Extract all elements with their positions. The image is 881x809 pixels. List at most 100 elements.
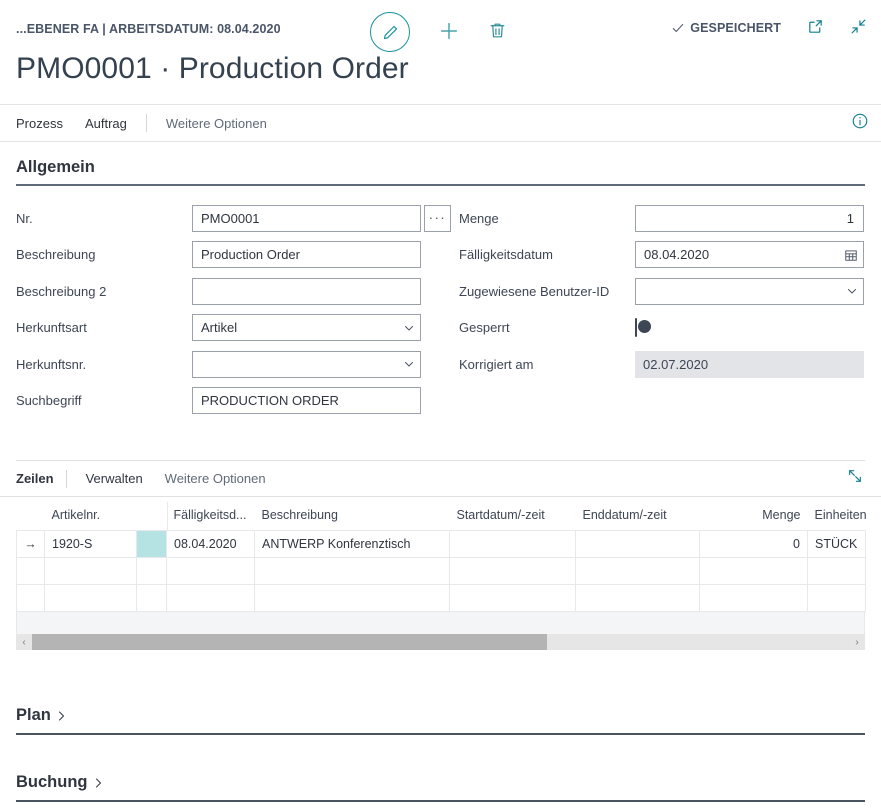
cell-startdatum[interactable] xyxy=(449,530,576,558)
column-header-menge[interactable]: Menge xyxy=(700,502,808,531)
cell-marker[interactable] xyxy=(136,584,167,612)
beschreibung-2-input[interactable] xyxy=(192,277,421,305)
field-korrigiert-am-label: Korrigiert am xyxy=(459,356,534,372)
section-plan[interactable]: Plan xyxy=(16,706,865,735)
section-plan-rule xyxy=(16,733,865,735)
column-header-faelligkeitsdatum[interactable]: Fälligkeitsd... xyxy=(167,502,255,531)
column-header-enddatum[interactable]: Enddatum/-zeit xyxy=(576,502,700,531)
open-in-new-window-button[interactable] xyxy=(807,18,824,38)
cell-beschreibung[interactable] xyxy=(254,584,450,612)
cell-artikelnr[interactable] xyxy=(44,557,137,585)
row-selector[interactable] xyxy=(16,584,45,612)
korrigiert-am-value xyxy=(635,350,864,378)
lines-ribbon-item-zeilen[interactable]: Zeilen xyxy=(16,471,54,486)
scroll-left-arrow[interactable]: ‹ xyxy=(16,637,32,648)
faelligkeitsdatum-input[interactable] xyxy=(635,241,864,269)
lines-ribbon-item-weitere-optionen[interactable]: Weitere Optionen xyxy=(154,471,277,486)
cell-einheitencode[interactable]: STÜCK xyxy=(807,530,866,558)
suchbegriff-input[interactable] xyxy=(192,387,421,415)
menge-input[interactable] xyxy=(635,204,864,232)
ribbon-item-prozess[interactable]: Prozess xyxy=(5,116,74,131)
cell-beschreibung[interactable]: ANTWERP Konferenztisch xyxy=(254,530,450,558)
field-nr: Nr. ··· xyxy=(16,200,451,237)
grid-horizontal-scrollbar[interactable]: ‹ › xyxy=(16,634,865,650)
field-beschreibung-2-control xyxy=(192,277,421,305)
expand-grid-button[interactable] xyxy=(847,468,863,489)
herkunftsnr-select[interactable] xyxy=(192,350,421,378)
cell-einheitencode[interactable] xyxy=(807,584,866,612)
edit-button[interactable] xyxy=(370,12,410,52)
cell-beschreibung[interactable] xyxy=(254,557,450,585)
cell-faelligkeitsdatum[interactable] xyxy=(166,557,255,585)
table-row[interactable]: → 1920-S 08.04.2020 ANTWERP Konferenztis… xyxy=(16,530,866,558)
lines-grid: Artikelnr. Fälligkeitsd... Beschreibung … xyxy=(16,502,866,650)
field-zugewiesene-benutzer-id-label: Zugewiesene Benutzer-ID xyxy=(459,283,610,299)
lines-ribbon-item-verwalten[interactable]: Verwalten xyxy=(75,471,154,486)
row-selector[interactable] xyxy=(16,557,45,585)
field-herkunftsart-control xyxy=(192,314,421,342)
table-row[interactable] xyxy=(16,557,866,585)
new-button[interactable] xyxy=(438,20,460,45)
top-action-group xyxy=(370,12,507,52)
scroll-right-arrow[interactable]: › xyxy=(849,637,865,648)
top-right-group: GESPEICHERT xyxy=(671,18,867,38)
open-in-new-window-icon xyxy=(807,18,824,38)
field-nr-control: ··· xyxy=(192,204,451,232)
check-icon xyxy=(673,23,684,33)
field-suchbegriff-label: Suchbegriff xyxy=(16,393,82,409)
cell-enddatum[interactable] xyxy=(575,557,700,585)
cell-enddatum[interactable] xyxy=(575,530,700,558)
field-beschreibung-label: Beschreibung xyxy=(16,247,96,263)
cell-faelligkeitsdatum[interactable]: 08.04.2020 xyxy=(166,530,255,558)
table-row[interactable] xyxy=(16,584,866,612)
ribbon-item-weitere-optionen[interactable]: Weitere Optionen xyxy=(155,116,278,131)
field-gesperrt-control xyxy=(635,317,864,337)
gesperrt-toggle[interactable] xyxy=(635,317,651,337)
delete-button[interactable] xyxy=(488,21,507,43)
dot-leader xyxy=(517,321,631,335)
herkunftsart-select[interactable] xyxy=(192,314,421,342)
table-header-row: Artikelnr. Fälligkeitsd... Beschreibung … xyxy=(17,502,866,531)
chevron-right-icon xyxy=(55,710,67,722)
column-header-artikelnr[interactable]: Artikelnr. xyxy=(45,502,137,531)
column-header-startdatum[interactable]: Startdatum/-zeit xyxy=(450,502,576,531)
section-buchung-header[interactable]: Buchung xyxy=(16,773,865,800)
nr-input[interactable] xyxy=(192,204,421,232)
cell-marker[interactable] xyxy=(136,557,167,585)
row-selector[interactable]: → xyxy=(16,530,45,558)
dot-leader xyxy=(506,211,631,225)
field-gesperrt: Gesperrt xyxy=(459,310,864,347)
header-column-divider xyxy=(167,502,168,530)
beschreibung-input[interactable] xyxy=(192,241,421,269)
nr-assist-button[interactable]: ··· xyxy=(424,204,451,232)
column-header-beschreibung[interactable]: Beschreibung xyxy=(255,502,450,531)
cell-einheitencode[interactable] xyxy=(807,557,866,585)
zugewiesene-benutzer-id-select[interactable] xyxy=(635,277,864,305)
cell-artikelnr[interactable]: 1920-S xyxy=(44,530,137,558)
plus-icon xyxy=(438,20,460,45)
ribbon-item-auftrag[interactable]: Auftrag xyxy=(74,116,138,131)
cell-startdatum[interactable] xyxy=(449,584,576,612)
column-header-einheitencode[interactable]: Einheitenc xyxy=(808,502,866,531)
cell-faelligkeitsdatum[interactable] xyxy=(166,584,255,612)
cell-enddatum[interactable] xyxy=(575,584,700,612)
scrollbar-track[interactable] xyxy=(32,634,849,650)
info-icon xyxy=(851,112,869,135)
cell-marker[interactable] xyxy=(136,530,167,558)
cell-startdatum[interactable] xyxy=(449,557,576,585)
cell-menge[interactable] xyxy=(699,584,808,612)
cell-artikelnr[interactable] xyxy=(44,584,137,612)
info-button[interactable] xyxy=(851,112,869,135)
scrollbar-thumb[interactable] xyxy=(32,634,547,650)
collapse-button[interactable] xyxy=(850,18,867,38)
lines-ribbon: Zeilen Verwalten Weitere Optionen xyxy=(0,461,881,497)
field-herkunftsnr: Herkunftsnr. xyxy=(16,346,421,383)
cell-menge[interactable] xyxy=(699,557,808,585)
cell-menge[interactable]: 0 xyxy=(699,530,808,558)
field-herkunftsart: Herkunftsart xyxy=(16,310,421,347)
section-plan-header[interactable]: Plan xyxy=(16,706,865,733)
section-buchung[interactable]: Buchung xyxy=(16,773,865,802)
field-faelligkeitsdatum: Fälligkeitsdatum xyxy=(459,237,864,274)
field-herkunftsart-label: Herkunftsart xyxy=(16,320,87,336)
field-nr-label: Nr. xyxy=(16,210,33,226)
